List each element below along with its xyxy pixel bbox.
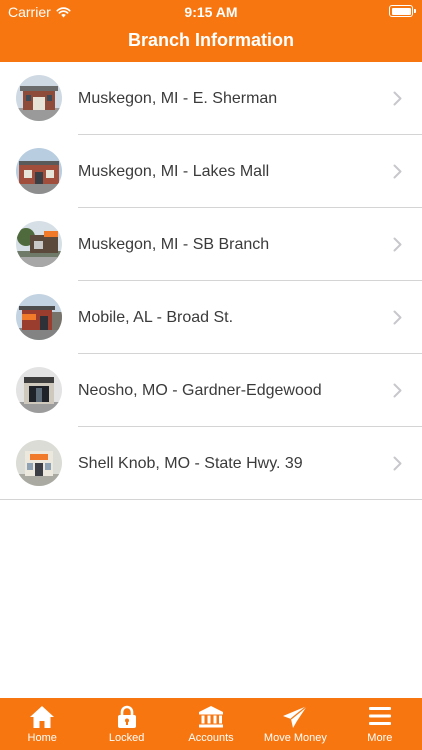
page-title: Branch Information [127, 30, 294, 50]
branch-name: Mobile, AL - Broad St. [78, 309, 234, 326]
tab-label: Home [27, 732, 57, 744]
chevron-right-icon [393, 456, 402, 471]
branch-row[interactable]: Mobile, AL - Broad St. [0, 281, 422, 354]
branch-row[interactable]: Muskegon, MI - SB Branch [0, 208, 422, 281]
chevron-right-icon [393, 237, 402, 252]
branch-name: Shell Knob, MO - State Hwy. 39 [78, 455, 303, 472]
tab-label: Locked [108, 732, 145, 744]
tab-home[interactable]: Home [0, 698, 84, 750]
status-bar: Carrier 9:15 AM [0, 0, 422, 22]
tab-more[interactable]: More [338, 698, 422, 750]
branch-row[interactable]: Muskegon, MI - E. Sherman [0, 62, 422, 135]
branch-name: Muskegon, MI - E. Sherman [78, 90, 278, 107]
hamburger-menu-icon [368, 707, 391, 725]
chevron-right-icon [393, 383, 402, 398]
paper-plane-icon [283, 705, 308, 728]
branch-photo [16, 294, 62, 340]
home-icon [30, 706, 55, 728]
tab-label: Move Money [263, 732, 327, 744]
branch-photo [16, 75, 62, 121]
tab-move-money[interactable]: Move Money [253, 698, 337, 750]
status-time: 9:15 AM [184, 4, 238, 20]
branch-name: Muskegon, MI - SB Branch [78, 236, 270, 253]
branch-name: Neosho, MO - Gardner-Edgewood [78, 382, 322, 399]
branch-row[interactable]: Neosho, MO - Gardner-Edgewood [0, 354, 422, 427]
branch-photo [16, 367, 62, 413]
chevron-right-icon [393, 164, 402, 179]
branch-row[interactable]: Shell Knob, MO - State Hwy. 39 [0, 427, 422, 500]
branch-list: Muskegon, MI - E. Sherman Muskegon, MI -… [0, 62, 422, 500]
branch-photo [16, 221, 62, 267]
chevron-right-icon [393, 310, 402, 325]
branch-photo [16, 148, 62, 194]
battery-icon [389, 5, 416, 17]
tab-bar: Home Locked Accounts Move Money More [0, 698, 422, 750]
lock-icon [117, 705, 136, 728]
bank-icon [199, 706, 224, 728]
tab-accounts[interactable]: Accounts [169, 698, 253, 750]
app-header: Carrier 9:15 AM Branch Information [0, 0, 422, 62]
chevron-right-icon [393, 91, 402, 106]
tab-label: More [367, 732, 393, 744]
branch-name: Muskegon, MI - Lakes Mall [78, 163, 270, 180]
branch-row[interactable]: Muskegon, MI - Lakes Mall [0, 135, 422, 208]
branch-photo [16, 440, 62, 486]
tab-locked[interactable]: Locked [84, 698, 168, 750]
tab-label: Accounts [188, 732, 234, 744]
